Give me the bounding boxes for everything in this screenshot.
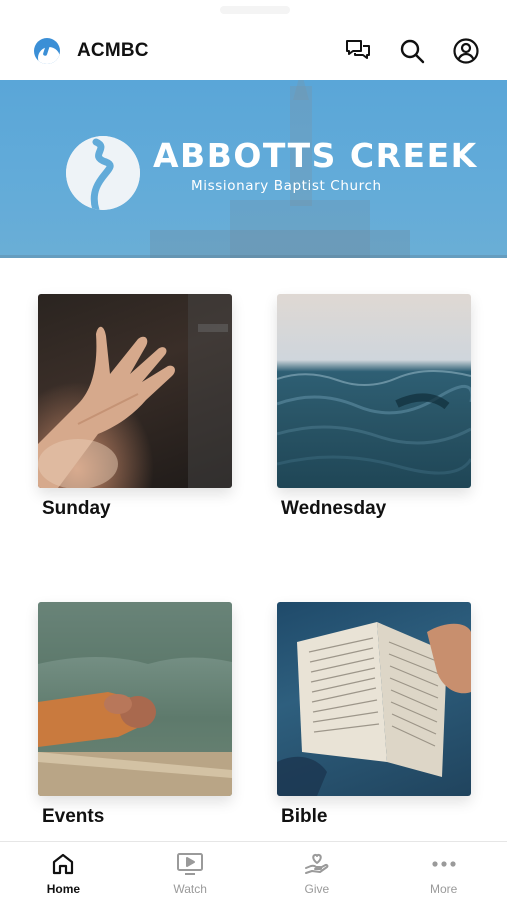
tab-label: Watch bbox=[173, 882, 207, 896]
open-hand-photo bbox=[38, 294, 232, 488]
open-bible-photo bbox=[277, 602, 471, 796]
tile-wednesday[interactable]: Wednesday bbox=[277, 294, 471, 519]
search-icon[interactable] bbox=[399, 38, 425, 64]
church-logo-seal bbox=[66, 136, 140, 210]
church-name: ABBOTTS CREEK bbox=[153, 136, 478, 175]
bottom-tab-bar: Home Watch Give More bbox=[0, 841, 507, 900]
tab-label: Home bbox=[46, 882, 81, 896]
church-subtitle: Missionary Baptist Church bbox=[191, 178, 382, 194]
tab-label: Give bbox=[304, 882, 330, 896]
tile-label: Bible bbox=[281, 806, 328, 827]
tab-more[interactable]: More bbox=[380, 842, 507, 900]
tile-label: Sunday bbox=[42, 498, 111, 519]
tile-events[interactable]: Events bbox=[38, 602, 232, 827]
watch-icon bbox=[176, 850, 204, 878]
app-title: ACMBC bbox=[77, 40, 149, 61]
tab-give[interactable]: Give bbox=[254, 842, 381, 900]
home-icon bbox=[49, 850, 77, 878]
chat-icon[interactable] bbox=[345, 38, 371, 64]
header-actions bbox=[345, 38, 479, 64]
give-icon bbox=[303, 850, 331, 878]
tab-watch[interactable]: Watch bbox=[127, 842, 254, 900]
tile-label: Wednesday bbox=[281, 498, 387, 519]
tab-home[interactable]: Home bbox=[0, 842, 127, 900]
more-icon bbox=[430, 850, 458, 878]
tile-sunday[interactable]: Sunday bbox=[38, 294, 232, 519]
tab-label: More bbox=[429, 882, 458, 896]
ocean-water-photo bbox=[277, 294, 471, 488]
app-logo-icon bbox=[34, 38, 60, 64]
praying-hands-photo bbox=[38, 602, 232, 796]
tile-label: Events bbox=[42, 806, 105, 827]
app-header: ACMBC bbox=[0, 22, 507, 80]
tile-bible[interactable]: Bible bbox=[277, 602, 471, 827]
account-icon[interactable] bbox=[453, 38, 479, 64]
status-bar bbox=[0, 0, 507, 22]
